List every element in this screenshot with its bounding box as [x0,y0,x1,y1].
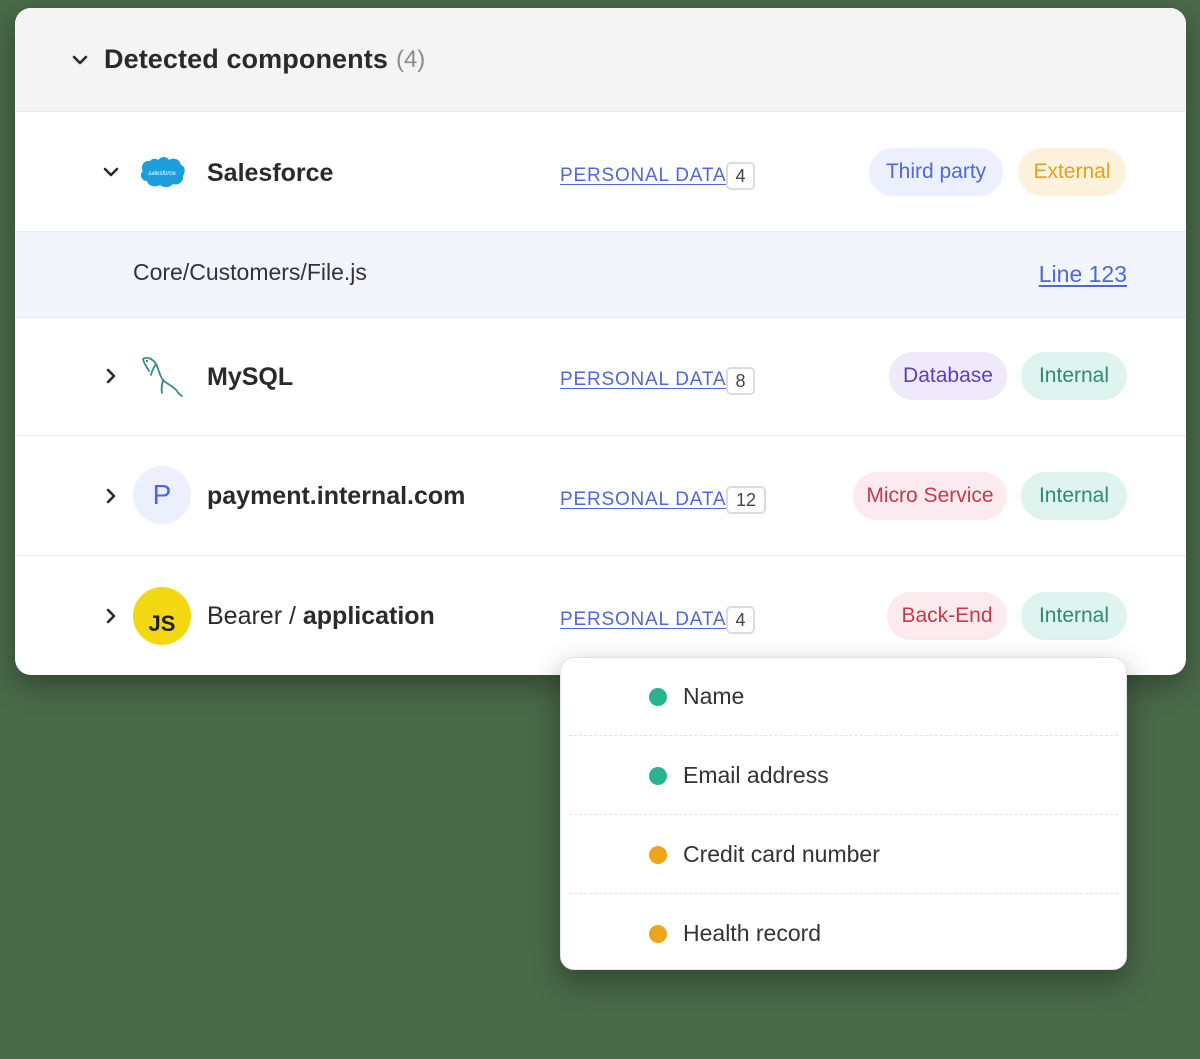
component-name-main: application [302,602,435,630]
divider [569,893,1118,894]
tag-external: External [1018,148,1126,196]
personal-data-link[interactable]: PERSONAL DATA [560,489,726,511]
tag-internal: Internal [1021,352,1127,400]
salesforce-logo-text: salesforce [148,171,176,177]
tag-back-end: Back-End [887,592,1007,640]
green-status-dot-icon [649,688,667,706]
tag-internal: Internal [1021,592,1127,640]
panel-header[interactable]: Detected components (4) [15,8,1186,112]
javascript-logo-icon: JS [133,587,191,645]
personal-data-count: 4 [726,606,755,634]
tag-micro-service: Micro Service [853,472,1007,520]
orange-status-dot-icon [649,925,667,943]
component-name: MySQL [207,363,294,391]
component-row-payment[interactable]: P payment.internal.com PERSONAL DATA 12 … [15,436,1186,556]
personal-data-label: Email address [683,762,829,788]
salesforce-logo-icon: salesforce [133,143,191,201]
letter-p-avatar: P [133,466,191,524]
component-name: Bearer / application [207,602,435,631]
personal-data-count: 8 [726,367,755,395]
file-path: Core/Customers/File.js [133,259,367,285]
chevron-down-icon[interactable] [101,162,121,182]
file-reference-row: Core/Customers/File.js Line 123 [15,232,1186,318]
personal-data-label: Health record [683,920,822,946]
component-count: (4) [395,45,426,73]
panel-title: Detected components [104,44,388,74]
personal-data-link[interactable]: PERSONAL DATA [560,165,726,187]
personal-data-popup: Name Email address Credit card number He… [560,657,1127,970]
component-row-salesforce[interactable]: salesforce Salesforce PERSONAL DATA 4 Th… [15,112,1186,232]
green-status-dot-icon [649,767,667,785]
mysql-dolphin-icon [133,347,191,405]
tag-third-party: Third party [869,148,1003,196]
orange-status-dot-icon [649,846,667,864]
personal-data-item[interactable]: Credit card number [561,816,1126,895]
chevron-right-icon[interactable] [101,366,121,386]
personal-data-link[interactable]: PERSONAL DATA [560,609,726,631]
component-name: Salesforce [207,159,334,187]
personal-data-label: Credit card number [683,841,880,867]
detected-components-panel: Detected components (4) salesforce Sales… [15,8,1186,675]
personal-data-item[interactable]: Name [561,658,1126,737]
personal-data-count: 4 [726,162,755,190]
personal-data-item[interactable]: Email address [561,737,1126,816]
personal-data-label: Name [683,683,745,709]
chevron-right-icon[interactable] [101,486,121,506]
line-link[interactable]: Line 123 [1039,261,1127,288]
divider [569,735,1118,736]
tag-internal: Internal [1021,472,1127,520]
personal-data-item[interactable]: Health record [561,895,1126,974]
chevron-right-icon[interactable] [101,606,121,626]
component-name-prefix: Bearer / [207,602,303,630]
tag-database: Database [889,352,1007,400]
chevron-down-icon[interactable] [70,50,90,70]
divider [569,814,1118,815]
personal-data-link[interactable]: PERSONAL DATA [560,369,726,391]
personal-data-count: 12 [726,486,766,514]
component-name: payment.internal.com [207,482,466,510]
component-row-mysql[interactable]: MySQL PERSONAL DATA 8 Database Internal [15,317,1186,436]
